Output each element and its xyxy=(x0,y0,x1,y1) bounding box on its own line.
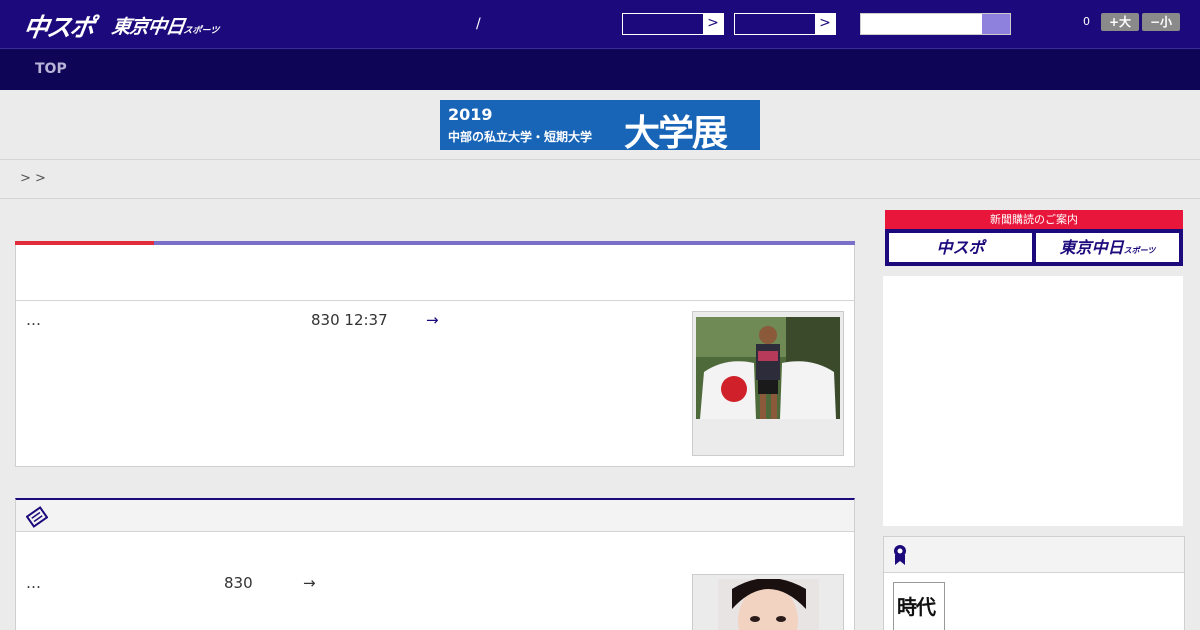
banner-area: 2019 中部の私立大学・短期大学 大学展 xyxy=(0,90,1200,160)
article-photo[interactable] xyxy=(692,574,844,630)
university-fair-banner[interactable]: 2019 中部の私立大学・短期大学 大学展 xyxy=(440,100,760,154)
ad-slot[interactable] xyxy=(883,276,1183,526)
banner-subtitle: 中部の私立大学・短期大学 xyxy=(448,130,593,144)
divider xyxy=(16,300,854,301)
global-nav: TOP xyxy=(0,48,1200,90)
card-accent-purple xyxy=(154,241,855,245)
book-cover[interactable]: 時代 xyxy=(893,582,945,630)
book-title: 時代 xyxy=(897,595,936,619)
read-more-arrow-icon[interactable]: → xyxy=(426,311,439,329)
font-smaller-button[interactable]: −小 xyxy=(1142,13,1180,31)
promo-sports-text: スポーツ xyxy=(1123,246,1156,255)
logo-tokyo-chunichi-text: 東京中日 xyxy=(110,16,186,38)
banner-title: 大学展 xyxy=(624,113,728,154)
header-separator: / xyxy=(476,16,481,32)
nav-top-link[interactable]: TOP xyxy=(35,61,67,77)
read-more-arrow-icon[interactable]: → xyxy=(303,574,316,592)
breadcrumb: > > xyxy=(20,171,46,186)
promo-tokyo-chunichi-button[interactable]: 東京中日スポーツ xyxy=(1036,233,1179,262)
ribbon-icon xyxy=(894,545,906,565)
newspaper-icon xyxy=(26,506,48,528)
search-input[interactable] xyxy=(860,13,1011,35)
sidebar-ranking-card: 時代 xyxy=(883,536,1185,630)
search-button-icon[interactable] xyxy=(982,14,1010,34)
card-accent-red xyxy=(15,241,154,245)
card-header xyxy=(16,500,854,532)
logo-chuspo[interactable]: 中スポ xyxy=(21,8,95,44)
logo-sports-text: スポーツ xyxy=(182,26,220,36)
athlete-photo xyxy=(696,317,840,419)
card-header xyxy=(884,537,1184,573)
subscription-promo[interactable]: 新聞購読のご案内 中スポ 東京中日スポーツ xyxy=(885,210,1183,266)
site-header: 中スポ 東京中日スポーツ / > > 0 +大 −小 xyxy=(0,0,1200,48)
article-date: 830 xyxy=(224,574,253,592)
chevron-right-icon: > xyxy=(815,14,835,34)
promo-tokyo-chunichi-text: 東京中日 xyxy=(1059,238,1124,257)
chevron-right-icon: > xyxy=(703,14,723,34)
article-date: 830 12:37 xyxy=(311,311,388,329)
promo-title: 新聞購読のご案内 xyxy=(885,210,1183,229)
banner-year: 2019 xyxy=(448,105,493,124)
font-larger-button[interactable]: +大 xyxy=(1101,13,1139,31)
portrait-photo xyxy=(718,579,819,630)
section-select-2[interactable]: > xyxy=(734,13,836,35)
logo-tokyo-chunichi[interactable]: 東京中日スポーツ xyxy=(110,12,222,39)
breadcrumb-bar: > > xyxy=(0,161,1200,199)
font-size-value: 0 xyxy=(1083,15,1090,28)
section-select-1[interactable]: > xyxy=(622,13,724,35)
article-ellipsis: … xyxy=(26,574,41,592)
main-article-card: … 830 12:37 → xyxy=(15,241,855,467)
promo-chuspo-button[interactable]: 中スポ xyxy=(889,233,1032,262)
article-ellipsis: … xyxy=(26,311,41,329)
second-article-card: … 830 → xyxy=(15,498,855,630)
article-photo[interactable] xyxy=(692,311,844,456)
